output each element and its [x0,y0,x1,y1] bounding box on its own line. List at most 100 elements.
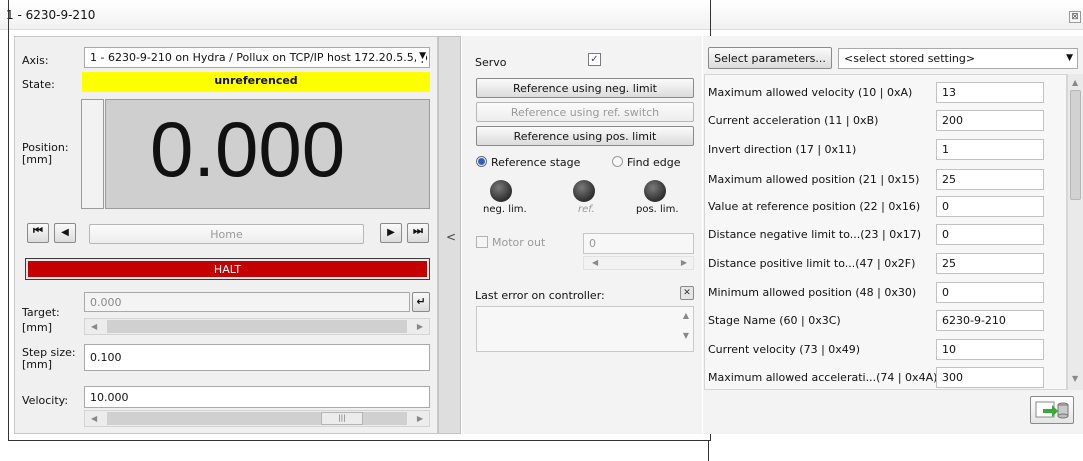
chevron-down-icon: ▼ [416,51,426,61]
axis-label: Axis: [22,54,49,67]
axis-select[interactable]: 1 - 6230-9-210 on Hydra / Pollux on TCP/… [84,47,430,68]
scroll-right-icon: ▶ [680,258,687,267]
ref-switch-button[interactable]: Reference using ref. switch [476,102,694,122]
enter-icon[interactable]: ↵ [412,292,430,312]
neg-limit-label: neg. lim. [483,204,527,215]
parameter-row: Value at reference position (22 | 0x16) 0 [708,196,1068,218]
step-size-label: Step size: [mm] [22,346,76,371]
servo-checkbox[interactable]: ✓ [588,53,601,66]
parameter-value-input[interactable]: 6230-9-210 [936,310,1044,331]
step-back-button[interactable]: ◀ [54,223,76,243]
scrollbar-thumb[interactable] [1070,90,1081,200]
slider-grip-icon: ||| [321,412,363,425]
parameter-value-input[interactable]: 200 [936,110,1044,131]
parameter-value-input[interactable]: 0 [936,196,1044,217]
pos-limit-led-icon [644,180,666,202]
parameter-row: Stage Name (60 | 0x3C) 6230-9-210 [708,310,1068,332]
last-error-label: Last error on controller: [475,289,605,302]
velocity-input[interactable]: 10.000 [84,386,430,408]
position-bar [81,99,104,209]
parameter-label: Distance negative limit to...(23 | 0x17) [708,228,922,241]
chevron-down-icon: ▼ [1066,53,1073,63]
scroll-up-icon: ▲ [682,311,689,320]
skip-to-end-button[interactable]: ⏭ [407,223,429,243]
parameter-row: Distance positive limit to...(47 | 0x2F)… [708,253,1068,275]
motor-out-slider[interactable]: ◀ ▶ [583,256,694,270]
scroll-left-icon: ◀ [91,414,98,423]
parameter-value-input[interactable]: 10 [936,339,1044,360]
target-slider-thumb[interactable] [107,320,407,333]
state-label: State: [22,78,55,91]
target-slider[interactable]: ◀ ▶ [84,318,430,335]
target-value: 0.000 [90,296,122,309]
motor-out-value: 0 [589,237,596,250]
motor-out-checkbox[interactable] [476,236,488,248]
state-value: unreferenced [214,74,298,87]
parameter-value-input[interactable]: 25 [936,253,1044,274]
parameter-value-input[interactable]: 25 [936,169,1044,190]
close-icon[interactable]: ⊠ [1069,11,1081,23]
skip-to-start-button[interactable]: ⏮ [27,223,49,243]
ref-led-icon [573,180,595,202]
motor-out-label: Motor out [492,236,546,249]
parameter-label: Current acceleration (11 | 0xB) [708,114,879,127]
target-input[interactable]: 0.000 [84,292,410,312]
window-frame-line-bottom [708,441,709,461]
ref-pos-limit-button[interactable]: Reference using pos. limit [476,126,694,146]
step-size-value: 0.100 [90,351,122,364]
parameter-label: Invert direction (17 | 0x11) [708,143,857,156]
parameter-label: Minimum allowed position (48 | 0x30) [708,286,917,299]
ref-neg-limit-button[interactable]: Reference using neg. limit [476,78,694,98]
radio-find-edge-label: Find edge [627,156,681,169]
parameter-label: Stage Name (60 | 0x3C) [708,314,841,327]
radio-reference-stage[interactable] [476,156,487,167]
parameter-row: Current acceleration (11 | 0xB) 200 [708,110,1068,132]
parameter-value-input[interactable]: 13 [936,82,1044,103]
save-to-database-icon[interactable] [1030,396,1074,424]
scroll-left-icon: ◀ [91,322,98,331]
parameter-label: Maximum allowed position (21 | 0x15) [708,173,920,186]
scroll-right-icon: ▶ [416,414,423,423]
ref-label: ref. [578,204,595,215]
parameter-row: Minimum allowed position (48 | 0x30) 0 [708,282,1068,304]
last-error-box: ▲ ▼ [476,306,694,352]
parameter-label: Maximum allowed accelerati...(74 | 0x4A) [708,371,938,384]
velocity-slider-thumb[interactable]: ||| [107,412,407,425]
motor-out-input[interactable]: 0 [583,233,694,254]
neg-limit-led-icon [490,180,512,202]
collapse-glyph: < [446,230,457,244]
parameter-label: Distance positive limit to...(47 | 0x2F) [708,257,916,270]
parameter-table-scrollbar[interactable]: ▲ ▼ [1067,74,1083,390]
stored-setting-select[interactable]: <select stored setting> ▼ [838,48,1078,69]
axis-select-value: 1 - 6230-9-210 on Hydra / Pollux on TCP/… [90,51,428,64]
target-label: Target: [mm] [22,306,60,334]
select-parameters-label: Select parameters... [714,52,826,65]
parameter-row: Invert direction (17 | 0x11) 1 [708,139,1068,161]
pos-limit-label: pos. lim. [636,204,679,215]
position-label: Position: [mm] [22,141,69,166]
parameter-value-input[interactable]: 0 [936,224,1044,245]
parameter-label: Value at reference position (22 | 0x16) [708,200,921,213]
step-size-input[interactable]: 0.100 [84,344,430,371]
home-button-label: Home [210,228,243,241]
parameter-label: Maximum allowed velocity (10 | 0xA) [708,86,913,99]
velocity-label: Velocity: [22,394,69,407]
step-forward-button[interactable]: ▶ [380,223,402,243]
parameter-row: Maximum allowed velocity (10 | 0xA) 13 [708,82,1068,104]
parameter-value-input[interactable]: 1 [936,139,1044,160]
velocity-slider[interactable]: ◀ ||| ▶ [84,410,430,427]
parameter-row: Maximum allowed accelerati...(74 | 0x4A)… [708,367,1068,389]
parameter-value-input[interactable]: 300 [936,367,1044,388]
parameter-value-input[interactable]: 0 [936,282,1044,303]
scroll-left-icon: ◀ [592,258,599,267]
select-parameters-button[interactable]: Select parameters... [708,47,832,69]
halt-button[interactable]: HALT [25,258,430,280]
position-value: 0.000 [150,105,346,193]
clear-error-icon[interactable]: ✕ [680,286,694,300]
halt-button-label: HALT [213,263,242,276]
radio-reference-stage-label: Reference stage [491,156,581,169]
velocity-value: 10.000 [90,391,129,404]
home-button[interactable]: Home [89,224,364,244]
radio-find-edge[interactable] [612,156,623,167]
parameter-label: Current velocity (73 | 0x49) [708,343,861,356]
